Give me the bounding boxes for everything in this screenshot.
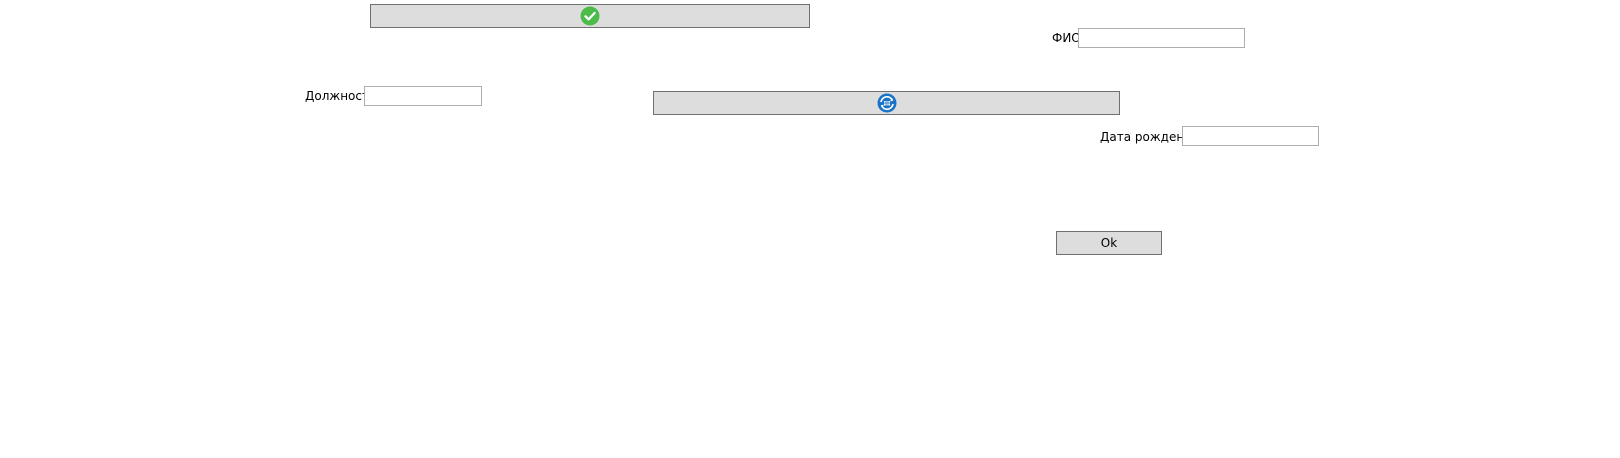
position-input[interactable]: [364, 86, 482, 106]
birth-date-input[interactable]: [1182, 126, 1319, 146]
ok-button-label: Ok: [1100, 236, 1118, 250]
fio-label: ФИО: [1052, 31, 1081, 45]
check-circle-icon: [580, 6, 600, 26]
confirm-button[interactable]: [370, 4, 810, 28]
database-refresh-icon: [877, 93, 897, 113]
ok-button[interactable]: Ok: [1056, 231, 1162, 255]
fio-input[interactable]: [1078, 28, 1245, 48]
refresh-button[interactable]: [653, 91, 1120, 115]
